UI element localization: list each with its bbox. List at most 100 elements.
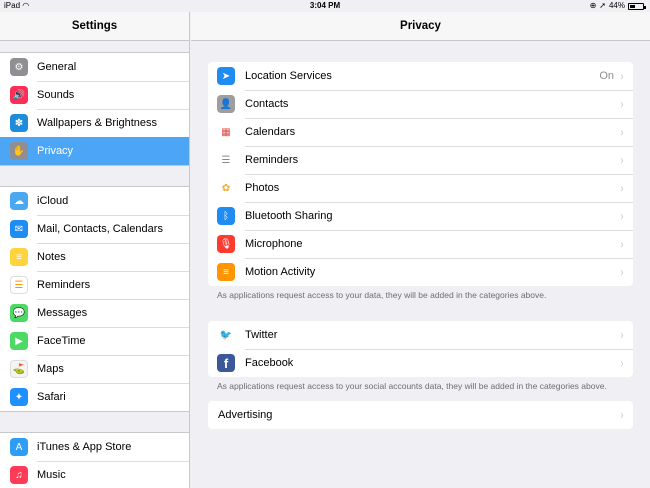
privacy-row-bluetooth-sharing[interactable]: ᛒ Bluetooth Sharing › — [208, 202, 633, 230]
sidebar-item-label: Reminders — [37, 279, 91, 291]
sidebar-item-facetime[interactable]: ▶ FaceTime — [0, 327, 189, 355]
chevron-right-icon: › — [620, 237, 624, 251]
privacy-row-twitter[interactable]: 🐦 Twitter › — [208, 321, 633, 349]
sidebar-item-general[interactable]: ⚙ General — [0, 53, 189, 81]
sidebar-item-label: Mail, Contacts, Calendars — [37, 223, 163, 235]
battery-percent: 44% — [608, 1, 625, 10]
location-arrow-icon: ➤ — [217, 67, 235, 85]
chevron-right-icon: › — [620, 328, 624, 342]
gear-icon: ⚙ — [10, 58, 28, 76]
advertising-row[interactable]: Advertising › — [208, 401, 633, 429]
battery-fill — [630, 4, 636, 8]
chevron-right-icon: › — [620, 153, 624, 167]
sidebar-item-label: iCloud — [37, 195, 69, 207]
chevron-right-icon: › — [620, 408, 624, 422]
privacy-row-reminders[interactable]: ☰ Reminders › — [208, 146, 633, 174]
advertising-label: Advertising — [218, 409, 273, 421]
sidebar-item-label: Music — [37, 469, 66, 481]
sidebar-group: AiTunes & App Store ♫ Music — [0, 432, 189, 488]
speech-bubble-icon: 💬 — [10, 304, 28, 322]
cloud-icon: ☁ — [10, 192, 28, 210]
sidebar-item-music[interactable]: ♫ Music — [0, 461, 189, 488]
chevron-right-icon: › — [620, 97, 624, 111]
sidebar-group: ☁ iCloud ✉ Mail, Contacts, Calendars ≡ Notes ☰… — [0, 186, 189, 412]
sidebar-item-label: FaceTime — [37, 335, 86, 347]
app-store-icon: A — [10, 438, 28, 456]
flower-icon: ✽ — [10, 114, 28, 132]
social-accounts-group: 🐦 Twitter › f Facebook › — [208, 321, 633, 377]
chevron-right-icon: › — [620, 69, 624, 83]
sidebar: Settings ⚙ General 🔊 Sounds ✽ Wallpapers & Br… — [0, 12, 190, 488]
row-label: Reminders — [245, 154, 299, 166]
music-note-icon: ♫ — [10, 466, 28, 484]
sidebar-item-label: Privacy — [37, 145, 74, 157]
sidebar-item-label: Wallpapers & Brightness — [37, 117, 158, 129]
sidebar-item-reminders[interactable]: ☰ Reminders — [0, 271, 189, 299]
row-label: Photos — [245, 182, 280, 194]
video-camera-icon: ▶ — [10, 332, 28, 350]
chevron-right-icon: › — [620, 265, 624, 279]
row-label: Motion Activity — [245, 266, 316, 278]
sidebar-title: Settings — [0, 12, 189, 41]
list-icon: ☰ — [217, 151, 235, 169]
lock-rotation-icon: ⊕ — [589, 1, 597, 10]
sidebar-item-messages[interactable]: 💬 Messages — [0, 299, 189, 327]
sidebar-item-icloud[interactable]: ☁ iCloud — [0, 187, 189, 215]
row-label: Bluetooth Sharing — [245, 210, 333, 222]
sidebar-item-label: Maps — [37, 363, 64, 375]
sidebar-item-label: Sounds — [37, 89, 75, 101]
sidebar-item-mail-contacts-calendars[interactable]: ✉ Mail, Contacts, Calendars — [0, 215, 189, 243]
privacy-row-contacts[interactable]: 👤 Contacts › — [208, 90, 633, 118]
privacy-note: As applications request access to your d… — [217, 290, 547, 300]
privacy-categories-group: ➤ Location Services On › 👤 Contacts › ▦ Calendar… — [208, 62, 633, 286]
sidebar-item-notes[interactable]: ≡ Notes — [0, 243, 189, 271]
privacy-row-photos[interactable]: ✿ Photos › — [208, 174, 633, 202]
row-label: Microphone — [245, 238, 303, 250]
battery-icon — [628, 2, 646, 10]
motion-icon: ≡ — [217, 263, 235, 281]
sidebar-item-label: Notes — [37, 251, 66, 263]
sidebar-item-sounds[interactable]: 🔊 Sounds — [0, 81, 189, 109]
social-note: As applications request access to your s… — [217, 381, 607, 391]
sidebar-item-privacy[interactable]: ✋ Privacy — [0, 137, 189, 165]
status-right: ⊕ ➚ 44% — [589, 0, 646, 12]
sidebar-item-safari[interactable]: ✦ Safari — [0, 383, 189, 411]
sidebar-item-label: Messages — [37, 307, 88, 319]
privacy-row-calendars[interactable]: ▦ Calendars › — [208, 118, 633, 146]
privacy-row-microphone[interactable]: 🎙 Microphone › — [208, 230, 633, 258]
sidebar-item-label: General — [37, 61, 77, 73]
status-bar: iPad ◠ 3:04 PM ⊕ ➚ 44% — [0, 0, 650, 12]
twitter-bird-icon: 🐦 — [217, 326, 235, 344]
chevron-right-icon: › — [620, 125, 624, 139]
calendar-icon: ▦ — [217, 123, 235, 141]
contacts-icon: 👤 — [217, 95, 235, 113]
photos-flower-icon: ✿ — [217, 179, 235, 197]
row-label: Twitter — [245, 329, 278, 341]
status-time: 3:04 PM — [309, 1, 341, 10]
privacy-row-motion-activity[interactable]: ≡ Motion Activity › — [208, 258, 633, 286]
sidebar-item-itunes-app-store[interactable]: AiTunes & App Store — [0, 433, 189, 461]
sidebar-item-label: Safari — [37, 391, 66, 403]
chevron-right-icon: › — [620, 356, 624, 370]
facebook-icon: f — [217, 354, 235, 372]
row-label: Location Services — [245, 70, 332, 82]
sidebar-group: ⚙ General 🔊 Sounds ✽ Wallpapers & Brightness ✋… — [0, 52, 189, 166]
envelope-icon: ✉ — [10, 220, 28, 238]
bluetooth-icon: ᛒ — [217, 207, 235, 225]
chevron-right-icon: › — [620, 209, 624, 223]
row-label: Calendars — [245, 126, 296, 138]
location-icon: ➚ — [599, 1, 606, 10]
row-value: On — [599, 70, 614, 82]
page-title: Privacy — [191, 12, 650, 41]
advertising-group: Advertising › — [208, 401, 633, 429]
chevron-right-icon: › — [620, 181, 624, 195]
compass-icon: ✦ — [10, 388, 28, 406]
row-label: Contacts — [245, 98, 289, 110]
privacy-row-facebook[interactable]: f Facebook › — [208, 349, 633, 377]
speaker-icon: 🔊 — [10, 86, 28, 104]
sidebar-item-wallpapers-brightness[interactable]: ✽ Wallpapers & Brightness — [0, 109, 189, 137]
sidebar-item-maps[interactable]: ⛳ Maps — [0, 355, 189, 383]
row-label: Facebook — [245, 357, 294, 369]
privacy-row-location-services[interactable]: ➤ Location Services On › — [208, 62, 633, 90]
list-icon: ☰ — [10, 276, 28, 294]
